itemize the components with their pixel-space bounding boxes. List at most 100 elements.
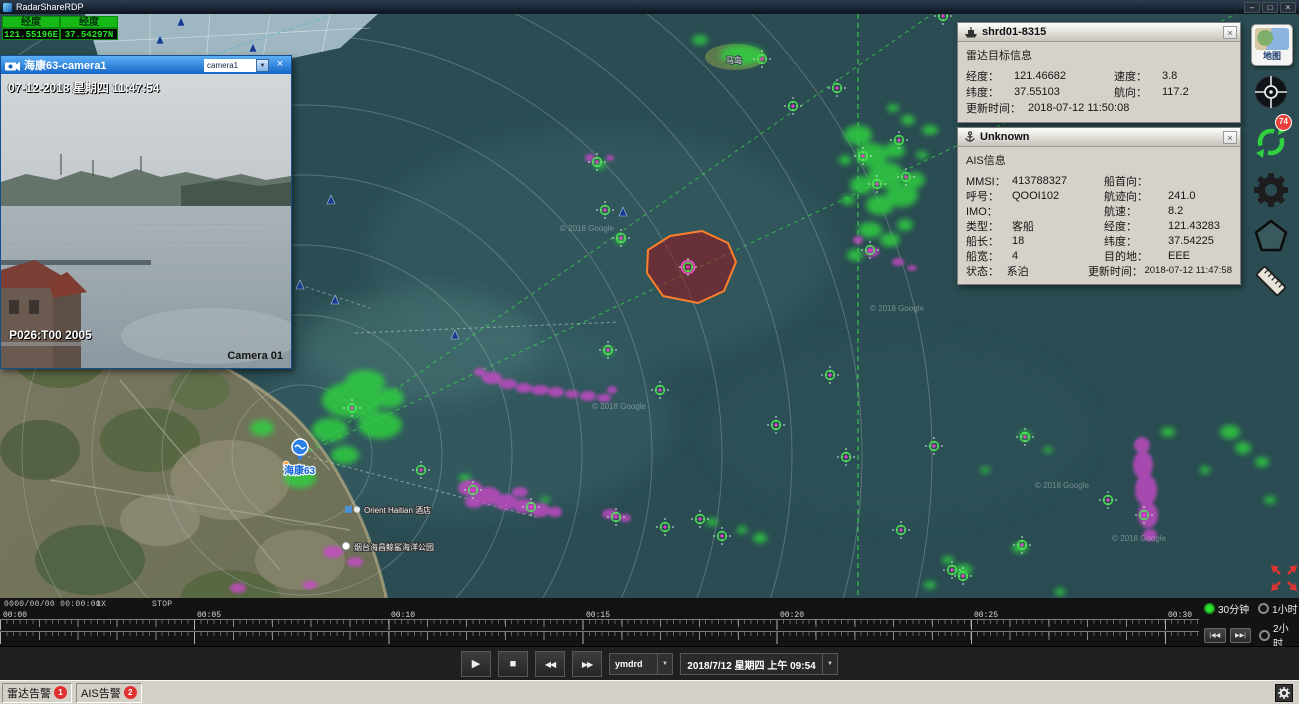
field-label: IMO： xyxy=(966,203,1012,219)
field-value: 3.8 xyxy=(1162,70,1232,82)
tick-strip xyxy=(0,631,1199,644)
ais-info-row: 类型： 客船 经度： 121.43283 xyxy=(966,218,1232,233)
field-label: 船首向： xyxy=(1104,173,1168,189)
camera-panel-header[interactable]: 海康63-camera1 camera1 ▼ × xyxy=(1,56,291,74)
field-label: 航向： xyxy=(1114,84,1162,100)
camera-select-arrow-icon[interactable]: ▼ xyxy=(256,59,269,72)
basemap-thumbnail xyxy=(1255,28,1289,50)
timeline-bar: 0000/00/00 00:00:00 1X STOP 00:00 00:05 … xyxy=(0,598,1299,646)
lat-header: 经度 xyxy=(60,16,118,28)
field-value: 413788327 xyxy=(1012,175,1104,187)
timeline-ruler-radar[interactable]: 00:00 00:05 00:10 00:15 00:20 00:25 00:3… xyxy=(0,611,1199,630)
chevron-down-icon: ▼ xyxy=(822,654,837,674)
radio-dot xyxy=(1258,603,1269,614)
ais-panel-close-button[interactable]: × xyxy=(1223,131,1237,144)
timeline-range-controls: 30分钟 1小时 |◀◀ ▶▶| 2小时 xyxy=(1202,598,1298,646)
draw-polygon-icon[interactable] xyxy=(1253,218,1289,254)
radar-panel-close-button[interactable]: × xyxy=(1223,26,1237,39)
rewind-button[interactable]: ◀◀ xyxy=(535,651,565,677)
field-label: 更新时间： xyxy=(1088,263,1145,279)
ais-info-row: 状态： 系泊 更新时间： 2018-07-12 11:47:58 xyxy=(966,263,1232,278)
camera-image xyxy=(1,74,291,368)
playback-source-select[interactable]: ymdrd ▼ xyxy=(609,653,673,675)
chevron-down-icon: ▼ xyxy=(657,654,672,674)
playback-controls: ▶ ■ ◀◀ ▶▶ ymdrd ▼ 2018/7/12 星期四 上午 09:54… xyxy=(0,646,1299,681)
copyright-watermark: © 2018 Google xyxy=(560,224,614,233)
ais-info-row: 呼号： QOOI102 航迹向： 241.0 xyxy=(966,188,1232,203)
basemap-toggle-button[interactable]: 地图 xyxy=(1251,24,1293,66)
field-label: 航速： xyxy=(1104,203,1168,219)
settings-button[interactable] xyxy=(1275,684,1293,702)
settings-gear-icon[interactable] xyxy=(1253,172,1289,208)
camera-close-button[interactable]: × xyxy=(272,58,288,72)
field-value: 121.43283 xyxy=(1168,220,1232,232)
camera-panel-title: 海康63-camera1 xyxy=(24,57,204,73)
radar-panel-header[interactable]: shrd01-8315 × xyxy=(958,23,1240,42)
ais-section-label: AIS信息 xyxy=(966,152,1232,168)
lon-header: 经度 xyxy=(2,16,60,28)
field-value: 客船 xyxy=(1012,218,1104,234)
ais-alarm-button[interactable]: AIS告警 2 xyxy=(76,683,142,703)
field-value: 2018-07-12 11:47:58 xyxy=(1144,265,1232,276)
radar-alarm-label: 雷达告警 xyxy=(7,685,51,701)
timeline-state: STOP xyxy=(152,600,172,609)
maximize-button[interactable]: □ xyxy=(1262,2,1278,13)
range-radio-30min[interactable]: 30分钟 xyxy=(1204,601,1249,616)
radio-dot xyxy=(1259,630,1270,641)
field-label: 速度： xyxy=(1114,68,1162,84)
field-label: 纬度： xyxy=(966,84,1014,100)
fullscreen-expand-icon[interactable] xyxy=(1270,564,1298,592)
ais-info-row: IMO： 航速： 8.2 xyxy=(966,203,1232,218)
field-value: QOOI102 xyxy=(1012,190,1104,202)
basemap-toggle-label: 地图 xyxy=(1263,50,1281,63)
map-toolbar: 地图 74 xyxy=(1243,20,1299,320)
radio-label: 30分钟 xyxy=(1218,601,1249,616)
field-label: 船长： xyxy=(966,233,1012,249)
window-titlebar[interactable]: RadarShareRDP – □ × xyxy=(0,0,1299,14)
skip-to-start-button[interactable]: |◀◀ xyxy=(1204,628,1226,643)
timeline-ruler-ais[interactable] xyxy=(0,631,1199,644)
field-value: 18 xyxy=(1012,235,1104,247)
range-radio-1h[interactable]: 1小时 xyxy=(1258,601,1298,616)
island-label: 马岛 xyxy=(726,55,742,65)
camera-osd-name: Camera 01 xyxy=(227,350,283,362)
park-label: 烟台海昌鲸鲨海洋公园 xyxy=(354,542,434,552)
close-button[interactable]: × xyxy=(1280,2,1296,13)
field-label: 经度： xyxy=(966,68,1014,84)
camera-osd-ptz: P026:T00 2005 xyxy=(9,328,92,342)
fast-forward-button[interactable]: ▶▶ xyxy=(572,651,602,677)
hotel-label: Orient Haitian 酒店 xyxy=(364,505,431,515)
field-label: 类型： xyxy=(966,218,1012,234)
locate-target-icon[interactable] xyxy=(1253,74,1289,110)
cursor-coordinate-readout: 经度 经度 121.55196E 37.54297N xyxy=(2,16,118,40)
camera-select[interactable]: camera1 xyxy=(204,59,256,72)
field-value: 117.2 xyxy=(1162,86,1232,98)
play-button[interactable]: ▶ xyxy=(461,651,491,677)
window-controls: – □ × xyxy=(1244,2,1296,13)
lon-value: 121.55196E xyxy=(2,28,60,40)
ais-panel-header[interactable]: Unknown × xyxy=(958,128,1240,147)
field-value: 8.2 xyxy=(1168,205,1232,217)
radar-info-row: 纬度： 37.55103 航向： 117.2 xyxy=(966,84,1232,100)
status-bar: 雷达告警 1 AIS告警 2 xyxy=(0,680,1299,704)
gear-icon xyxy=(1278,687,1290,699)
field-label: MMSI： xyxy=(966,173,1012,189)
field-value: 37.54225 xyxy=(1168,235,1232,247)
tick-strip xyxy=(0,619,1199,630)
source-value: ymdrd xyxy=(610,659,657,669)
skip-to-end-button[interactable]: ▶▶| xyxy=(1230,628,1252,643)
radio-dot xyxy=(1204,603,1215,614)
radio-label: 1小时 xyxy=(1272,601,1298,616)
stop-button[interactable]: ■ xyxy=(498,651,528,677)
radar-alarm-button[interactable]: 雷达告警 1 xyxy=(2,683,72,703)
minimize-button[interactable]: – xyxy=(1244,2,1260,13)
field-label: 更新时间： xyxy=(966,100,1028,116)
station-label: 海康63 xyxy=(284,464,316,477)
playback-datetime-picker[interactable]: 2018/7/12 星期四 上午 09:54 ▼ xyxy=(680,653,838,675)
ais-info-row: MMSI： 413788327 船首向： xyxy=(966,173,1232,188)
measure-ruler-icon[interactable] xyxy=(1250,260,1292,302)
lat-value: 37.54297N xyxy=(60,28,118,40)
copyright-watermark: © 2018 Google xyxy=(1035,481,1089,490)
ais-alarm-label: AIS告警 xyxy=(81,685,121,701)
field-value: 37.55103 xyxy=(1014,86,1114,98)
